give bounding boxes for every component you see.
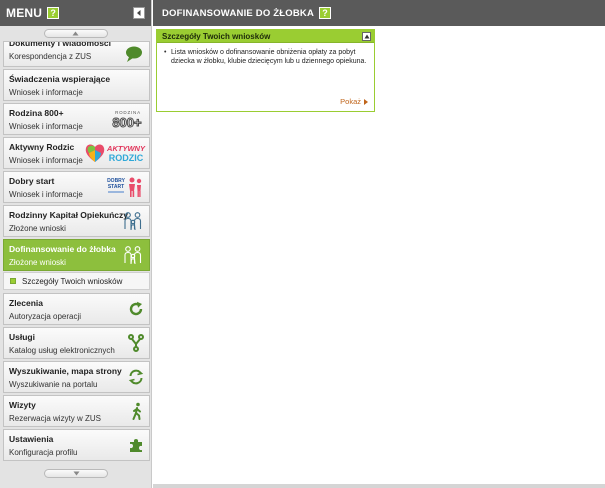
- sidebar-subitem-szczegoly[interactable]: Szczegóły Twoich wniosków: [3, 272, 150, 290]
- card-title: Szczegóły Twoich wniosków: [162, 31, 271, 41]
- card-description: Lista wniosków o dofinansowanie obniżeni…: [164, 48, 368, 66]
- show-more-label: Pokaż: [340, 97, 361, 106]
- refresh-icon: [128, 301, 144, 317]
- sidebar-item-subtitle: Wyszukiwanie na portalu: [9, 380, 98, 389]
- collapse-card-button[interactable]: [362, 32, 371, 41]
- sidebar-help-button[interactable]: ?: [47, 7, 60, 19]
- sidebar-item-subtitle: Autoryzacja operacji: [9, 312, 82, 321]
- sidebar-item-rodzina-800[interactable]: Rodzina 800+ Wniosek i informacje RODZIN…: [3, 103, 150, 135]
- sidebar-item-uslugi[interactable]: Usługi Katalog usług elektronicznych: [3, 327, 150, 359]
- chevron-down-icon: [73, 471, 79, 476]
- sidebar-item-swiadczenia[interactable]: Świadczenia wspierające Wniosek i inform…: [3, 69, 150, 101]
- rodzina-800-plus-logo: RODZINA 800+: [108, 108, 144, 130]
- sidebar-subitem-label: Szczegóły Twoich wniosków: [22, 276, 123, 286]
- page-title: DOFINANSOWANIE DO ŻŁOBKA: [162, 7, 315, 19]
- chevron-up-icon: [364, 34, 369, 39]
- svg-text:START: START: [108, 184, 124, 190]
- collapse-sidebar-button[interactable]: [133, 7, 145, 19]
- sidebar-item-subtitle: Rezerwacja wizyty w ZUS: [9, 414, 102, 423]
- svg-text:RODZIC: RODZIC: [109, 153, 144, 163]
- sidebar-item-zlecenia[interactable]: Zlecenia Autoryzacja operacji: [3, 293, 150, 325]
- sidebar-item-rodzinny-kapital[interactable]: Rodzinny Kapitał Opiekuńczy Złożone wnio…: [3, 205, 150, 237]
- sidebar-menu: MENU ? Dokumenty i wiadomości Koresponde…: [0, 0, 152, 488]
- sidebar-item-wyszukiwanie[interactable]: Wyszukiwanie, mapa strony Wyszukiwanie n…: [3, 361, 150, 393]
- family-icon: [122, 245, 144, 265]
- sidebar-title: MENU: [6, 6, 43, 20]
- scroll-up-button[interactable]: [43, 29, 108, 38]
- main-content: Szczegóły Twoich wniosków Lista wniosków…: [153, 26, 605, 488]
- sidebar-item-subtitle: Katalog usług elektronicznych: [9, 346, 115, 355]
- sidebar-item-title: Świadczenia wspierające: [9, 74, 111, 84]
- aktywny-rodzic-logo: AKTYWNY RODZIC: [84, 141, 146, 165]
- card-header: Szczegóły Twoich wniosków: [157, 30, 374, 43]
- scroll-down-button[interactable]: [44, 469, 108, 478]
- chevron-left-icon: [137, 10, 141, 16]
- sidebar-item-wizyty[interactable]: Wizyty Rezerwacja wizyty w ZUS: [3, 395, 150, 427]
- sidebar-item-subtitle: Wniosek i informacje: [9, 88, 83, 97]
- sidebar-item-title: Ustawienia: [9, 434, 54, 444]
- sidebar-item-title: Zlecenia: [9, 298, 44, 308]
- details-card: Szczegóły Twoich wniosków Lista wniosków…: [156, 29, 375, 112]
- chevron-up-icon: [72, 31, 79, 36]
- network-icon: [128, 334, 144, 352]
- main-header: DOFINANSOWANIE DO ŻŁOBKA ?: [153, 0, 605, 26]
- svg-text:AKTYWNY: AKTYWNY: [106, 144, 146, 153]
- sync-icon: [128, 369, 144, 385]
- sidebar-item-aktywny-rodzic[interactable]: Aktywny Rodzic Wniosek i informacje AKTY…: [3, 137, 150, 169]
- card-body: Lista wniosków o dofinansowanie obniżeni…: [157, 43, 374, 66]
- triangle-right-icon: [364, 98, 368, 105]
- puzzle-icon: [128, 437, 144, 453]
- sidebar-item-subtitle: Konfiguracja profilu: [9, 448, 78, 457]
- walking-person-icon: [130, 402, 144, 420]
- speech-bubble-icon: [124, 45, 144, 63]
- page-help-button[interactable]: ?: [319, 7, 332, 19]
- show-more-link[interactable]: Pokaż: [340, 97, 368, 106]
- sidebar-item-title: Usługi: [9, 332, 35, 342]
- sidebar-item-dofinansowanie[interactable]: Dofinansowanie do żłobka Złożone wnioski: [3, 239, 150, 271]
- sidebar-item-ustawienia[interactable]: Ustawienia Konfiguracja profilu: [3, 429, 150, 461]
- sidebar-item-title: Wyszukiwanie, mapa strony: [9, 366, 122, 376]
- family-icon: [122, 211, 144, 231]
- sidebar-item-dokumenty[interactable]: Dokumenty i wiadomości Korespondencja z …: [3, 41, 150, 67]
- sidebar-item-title: Wizyty: [9, 400, 36, 410]
- sidebar-header: MENU ?: [0, 0, 151, 26]
- bottom-divider: [153, 484, 605, 488]
- dobry-start-logo: DOBRY START: [106, 176, 144, 198]
- sidebar-menu-list: Dokumenty i wiadomości Korespondencja z …: [3, 41, 150, 463]
- app-root: MENU ? Dokumenty i wiadomości Koresponde…: [0, 0, 605, 488]
- svg-text:800+: 800+: [112, 115, 142, 130]
- bullet-icon: [10, 278, 16, 284]
- sidebar-item-dobry-start[interactable]: Dobry start Wniosek i informacje DOBRY S…: [3, 171, 150, 203]
